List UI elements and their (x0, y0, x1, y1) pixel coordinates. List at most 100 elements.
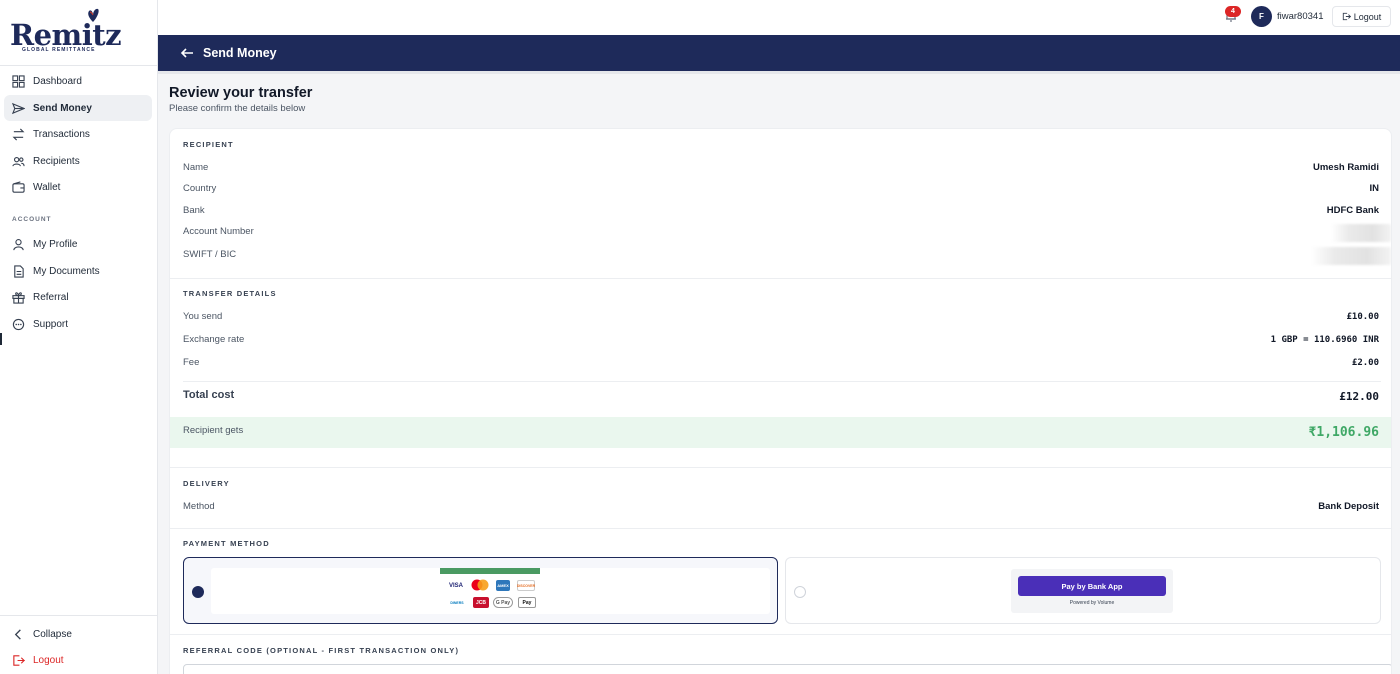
sidebar-item-referral[interactable]: Referral (4, 284, 152, 310)
diners-icon: DINERS (450, 600, 464, 605)
sidebar-logout-button[interactable]: Logout (4, 647, 152, 673)
bank-app-powered-by: Powered by Volume (1069, 600, 1115, 606)
document-icon (12, 264, 25, 278)
butterfly-icon (88, 8, 99, 22)
sidebar-item-send-money[interactable]: Send Money (4, 95, 152, 121)
jcb-icon: JCB (473, 597, 489, 608)
grid-icon (12, 74, 25, 88)
fee-label: Fee (183, 357, 200, 368)
user-icon (12, 238, 25, 251)
recipient-name-label: Name (183, 162, 209, 173)
apple-pay-icon: Pay (518, 597, 536, 608)
sidebar-item-dashboard[interactable]: Dashboard (4, 68, 152, 94)
radio-selected[interactable] (192, 586, 204, 598)
swap-icon (12, 128, 25, 141)
logout-label: Logout (1353, 11, 1382, 22)
recipient-heading: RECIPIENT (183, 140, 234, 149)
users-icon (12, 155, 25, 168)
bank-app-label: Pay by Bank App (1061, 581, 1123, 591)
sidebar-item-label: Recipients (33, 155, 80, 167)
payment-option-bank-app[interactable]: Pay by Bank App Powered by Volume (785, 557, 1381, 624)
page-title: Review your transfer (169, 85, 313, 101)
pay-by-bank-app-badge: Pay by Bank App (1018, 576, 1166, 596)
collapse-button[interactable]: Collapse (4, 621, 152, 647)
sidebar-item-label: Send Money (33, 102, 92, 114)
bank-app-logo: Pay by Bank App Powered by Volume (1011, 569, 1173, 613)
collapse-label: Collapse (33, 628, 72, 640)
top-bar: 4 F fiwar80341 Logout (158, 0, 1400, 35)
recipient-country-label: Country (183, 183, 217, 194)
notification-badge: 4 (1225, 6, 1241, 17)
avatar[interactable]: F (1251, 6, 1272, 27)
fee-value: £2.00 (1351, 358, 1379, 368)
account-number-redacted (1331, 224, 1391, 242)
section-divider (170, 278, 1391, 279)
chat-icon (12, 318, 25, 331)
sidebar-item-label: Wallet (33, 181, 61, 193)
you-send-label: You send (183, 311, 223, 322)
logout-icon (12, 654, 25, 667)
gift-icon (12, 291, 25, 304)
referral-code-input[interactable] (183, 664, 1391, 674)
sidebar-item-label: Transactions (33, 128, 90, 140)
card-logos-banner (440, 568, 540, 574)
sidebar-item-my-profile[interactable]: My Profile (4, 231, 152, 257)
recipient-country-value: IN (1369, 183, 1380, 194)
brand-tagline: GLOBAL REMITTANCE (22, 47, 96, 53)
sidebar-item-transactions[interactable]: Transactions (4, 121, 152, 147)
review-card: RECIPIENT Name Umesh Ramidi Country IN B… (169, 128, 1392, 674)
recipient-account-label: Account Number (183, 226, 254, 237)
sidebar-item-label: Referral (33, 291, 69, 303)
recipient-gets-value: ₹1,106.96 (1308, 425, 1379, 440)
exchange-rate-label: Exchange rate (183, 334, 245, 345)
card-logos: VISA AMEX DISCOVER DINERS JCB G Pay Pay (211, 568, 770, 614)
topbar-logout-button[interactable]: Logout (1332, 6, 1391, 27)
account-section-label: ACCOUNT (12, 216, 52, 223)
wallet-icon (12, 180, 25, 194)
delivery-heading: DELIVERY (183, 479, 230, 488)
sidebar-item-my-documents[interactable]: My Documents (4, 258, 152, 284)
section-divider (170, 467, 1391, 468)
brand-logo[interactable]: Remitz GLOBAL REMITTANCE (0, 0, 157, 66)
recipient-bank-label: Bank (183, 205, 205, 216)
payment-option-card[interactable]: VISA AMEX DISCOVER DINERS JCB G Pay Pay (183, 557, 778, 624)
recipient-gets-row (170, 417, 1391, 448)
sidebar-item-recipients[interactable]: Recipients (4, 148, 152, 174)
google-pay-icon: G Pay (493, 597, 513, 608)
recipient-gets-label: Recipient gets (183, 425, 244, 436)
payment-heading: PAYMENT METHOD (183, 539, 270, 548)
total-cost-label: Total cost (183, 389, 235, 401)
swift-redacted (1311, 247, 1391, 265)
recipient-bank-value: HDFC Bank (1326, 205, 1379, 216)
delivery-method-value: Bank Deposit (1318, 501, 1379, 512)
discover-icon: DISCOVER (517, 580, 535, 591)
radio-unselected[interactable] (794, 586, 806, 598)
sidebar-item-label: My Profile (33, 238, 78, 250)
you-send-value: £10.00 (1346, 312, 1379, 322)
sidebar-item-label: Dashboard (33, 75, 82, 87)
visa-icon: VISA (448, 582, 463, 589)
header-divider (158, 71, 1400, 74)
send-icon (12, 102, 25, 115)
chevron-left-icon (12, 628, 25, 641)
delivery-method-label: Method (183, 501, 215, 512)
sidebar-item-wallet[interactable]: Wallet (4, 174, 152, 200)
referral-heading: REFERRAL CODE (OPTIONAL - FIRST TRANSACT… (183, 646, 460, 655)
total-divider (183, 381, 1381, 382)
page-subtitle: Please confirm the details below (169, 103, 306, 114)
recipient-name-value: Umesh Ramidi (1313, 162, 1379, 173)
sidebar-item-label: Support (33, 318, 69, 330)
back-arrow-icon[interactable] (180, 46, 194, 60)
username[interactable]: fiwar80341 (1277, 11, 1323, 22)
mastercard-icon (469, 579, 491, 590)
transfer-heading: TRANSFER DETAILS (183, 289, 277, 298)
header-title: Send Money (203, 46, 277, 60)
sidebar-item-support[interactable]: Support (4, 311, 152, 337)
sidebar: Remitz GLOBAL REMITTANCE Dashboard Send … (0, 0, 158, 674)
section-divider (170, 528, 1391, 529)
amex-icon: AMEX (496, 580, 510, 591)
logout-icon (1342, 12, 1351, 21)
logout-label: Logout (33, 654, 64, 666)
sidebar-item-label: My Documents (33, 265, 100, 277)
page-header: Send Money (158, 35, 1400, 71)
